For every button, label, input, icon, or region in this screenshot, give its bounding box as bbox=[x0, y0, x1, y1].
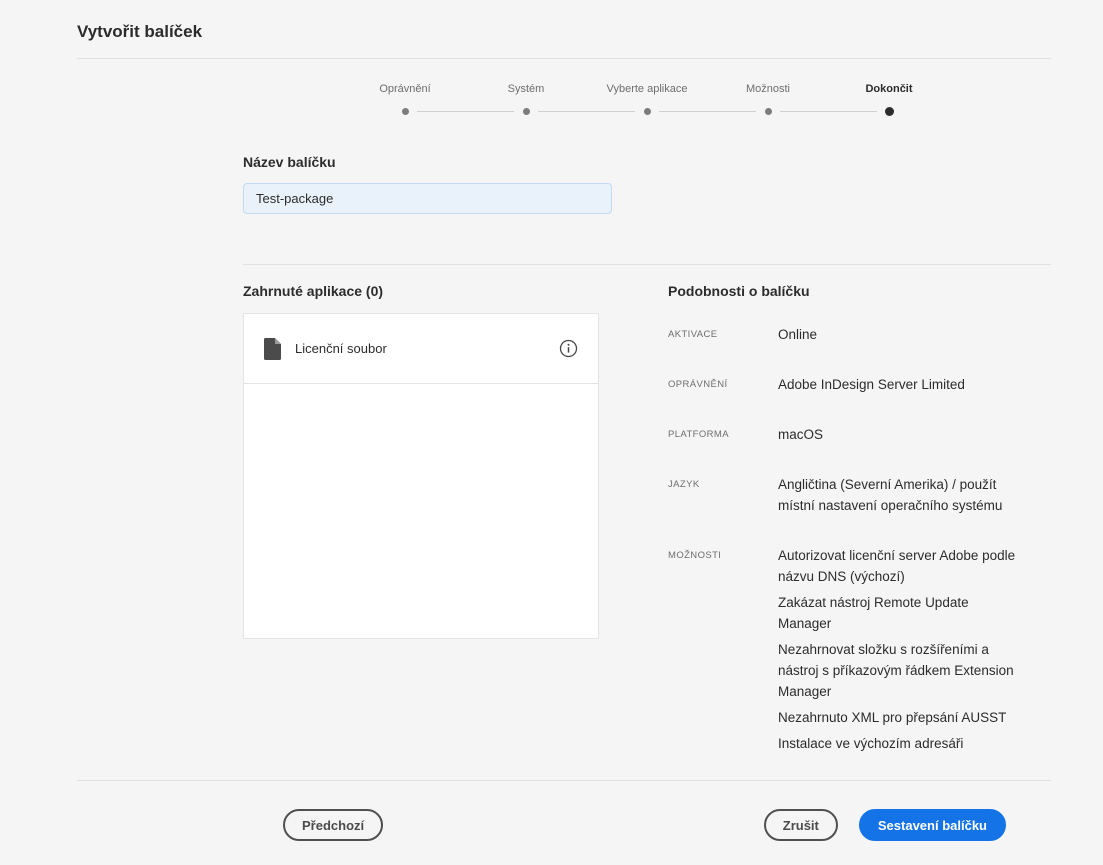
detail-value: Online bbox=[778, 324, 1022, 345]
footer-actions: Zrušit Sestavení balíčku bbox=[763, 809, 1006, 841]
detail-value-line: Nezahrnuto XML pro přepsání AUSST bbox=[778, 710, 1007, 725]
info-icon[interactable] bbox=[559, 339, 578, 358]
included-apps-heading: Zahrnuté aplikace (0) bbox=[243, 283, 384, 299]
cancel-button[interactable]: Zrušit bbox=[763, 809, 838, 841]
step-label: Systém bbox=[507, 83, 545, 95]
create-package-wizard: Vytvořit balíček Oprávnění Systém Vybert… bbox=[0, 0, 1103, 865]
included-apps-box: Licenční soubor bbox=[243, 313, 599, 639]
detail-label: AKTIVACE bbox=[668, 329, 718, 340]
step-dot bbox=[764, 107, 772, 115]
step-label: Oprávnění bbox=[379, 83, 431, 95]
detail-value: Angličtina (Severní Amerika) / použít mí… bbox=[778, 474, 1022, 516]
step-connector bbox=[780, 106, 950, 116]
step-dot bbox=[884, 106, 894, 116]
package-name-label: Název balíčku bbox=[243, 154, 336, 170]
step-dot bbox=[522, 107, 530, 115]
detail-value-line: Online bbox=[778, 327, 818, 342]
detail-row-moznosti: MOŽNOSTI Autorizovat licenční server Ado… bbox=[668, 545, 1030, 754]
detail-value-line: Instalace ve výchozím adresáři bbox=[778, 736, 964, 751]
detail-value-line: Nezahrnovat složku s rozšířeními a nástr… bbox=[778, 642, 1014, 699]
detail-value-line: macOS bbox=[778, 427, 824, 442]
list-item: Licenční soubor bbox=[244, 314, 598, 384]
step-label: Vyberte aplikace bbox=[606, 83, 688, 95]
summary-columns: Zahrnuté aplikace (0) Licenční soubor Po… bbox=[243, 283, 1051, 754]
wizard-content: Oprávnění Systém Vyberte aplikace Možnos… bbox=[243, 59, 1051, 754]
wizard-stepper: Oprávnění Systém Vyberte aplikace Možnos… bbox=[243, 59, 1051, 116]
detail-row-jazyk: JAZYK Angličtina (Severní Amerika) / pou… bbox=[668, 474, 1030, 516]
included-apps-section: Zahrnuté aplikace (0) Licenční soubor bbox=[243, 283, 599, 754]
detail-row-aktivace: AKTIVACE Online bbox=[668, 324, 1030, 345]
app-label: Licenční soubor bbox=[295, 341, 387, 356]
detail-row-platforma: PLATFORMA macOS bbox=[668, 424, 1030, 445]
detail-label: PLATFORMA bbox=[668, 429, 729, 440]
page-title: Vytvořit balíček bbox=[77, 22, 203, 41]
detail-value-line: Angličtina (Severní Amerika) / použít mí… bbox=[778, 477, 1003, 513]
step-dokoncit[interactable]: Dokončit bbox=[780, 83, 950, 116]
package-details-section: Podobnosti o balíčku AKTIVACE Online OPR… bbox=[668, 283, 1030, 754]
package-name-input[interactable] bbox=[243, 183, 612, 214]
step-label: Dokončit bbox=[865, 83, 913, 95]
previous-button[interactable]: Předchozí bbox=[283, 809, 384, 841]
section-divider bbox=[243, 264, 1051, 265]
detail-value-line: Adobe InDesign Server Limited bbox=[778, 377, 965, 392]
detail-value-line: Autorizovat licenční server Adobe podle … bbox=[778, 548, 1016, 584]
detail-value: Autorizovat licenční server Adobe podle … bbox=[778, 545, 1022, 754]
detail-label: MOŽNOSTI bbox=[668, 550, 722, 561]
step-label: Možnosti bbox=[745, 83, 791, 95]
build-package-button[interactable]: Sestavení balíčku bbox=[858, 809, 1006, 841]
detail-value: Adobe InDesign Server Limited bbox=[778, 374, 1022, 395]
document-file-icon bbox=[264, 337, 282, 360]
wizard-footer: Předchozí Zrušit Sestavení balíčku bbox=[77, 781, 1051, 841]
detail-value-line: Zakázat nástroj Remote Update Manager bbox=[778, 595, 969, 631]
detail-label: OPRÁVNĚNÍ bbox=[668, 379, 728, 390]
package-details-heading: Podobnosti o balíčku bbox=[668, 283, 810, 299]
detail-row-opravneni: OPRÁVNĚNÍ Adobe InDesign Server Limited bbox=[668, 374, 1030, 395]
detail-label: JAZYK bbox=[668, 479, 700, 490]
step-dot bbox=[401, 107, 409, 115]
detail-value: macOS bbox=[778, 424, 1022, 445]
step-dot bbox=[643, 107, 651, 115]
